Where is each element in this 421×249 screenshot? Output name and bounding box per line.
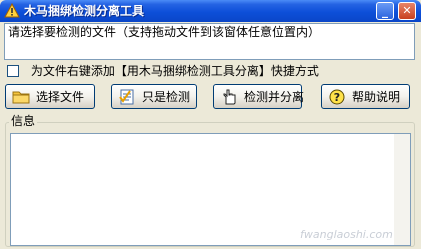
context-menu-option[interactable]: 为文件右键添加【用木马捆绑检测工具分离】快捷方式 bbox=[7, 64, 319, 78]
context-menu-label: 为文件右键添加【用木马捆绑检测工具分离】快捷方式 bbox=[30, 64, 319, 78]
watermark: fwanglaoshi.com bbox=[300, 228, 393, 241]
check-only-button[interactable]: 只是检测 bbox=[111, 84, 197, 109]
context-menu-checkbox[interactable] bbox=[7, 65, 19, 77]
check-and-separate-label: 检测并分离 bbox=[244, 89, 305, 104]
select-file-label: 选择文件 bbox=[36, 89, 85, 104]
help-icon: ? bbox=[329, 89, 345, 104]
folder-icon bbox=[12, 91, 30, 103]
minimize-button[interactable]: _ bbox=[376, 2, 394, 20]
help-button[interactable]: ? 帮助说明 bbox=[321, 84, 410, 109]
file-path-input[interactable]: 请选择要检测的文件（支持拖动文件到该窗体任意位置内） bbox=[4, 23, 415, 60]
check-and-separate-button[interactable]: 检测并分离 bbox=[213, 84, 305, 109]
close-button[interactable]: ✕ bbox=[398, 2, 416, 20]
svg-text:?: ? bbox=[334, 91, 340, 104]
checklist-icon bbox=[119, 89, 134, 104]
help-label: 帮助说明 bbox=[352, 89, 401, 104]
title-bar[interactable]: 木马捆绑检测分离工具 _ ✕ bbox=[0, 0, 421, 22]
select-file-button[interactable]: 选择文件 bbox=[5, 84, 95, 109]
warning-app-icon bbox=[4, 3, 20, 18]
window-title: 木马捆绑检测分离工具 bbox=[24, 4, 145, 18]
info-scrollbar[interactable] bbox=[394, 134, 410, 245]
hand-pointer-icon bbox=[223, 89, 236, 104]
info-legend: 信息 bbox=[9, 114, 38, 128]
check-only-label: 只是检测 bbox=[142, 89, 191, 104]
